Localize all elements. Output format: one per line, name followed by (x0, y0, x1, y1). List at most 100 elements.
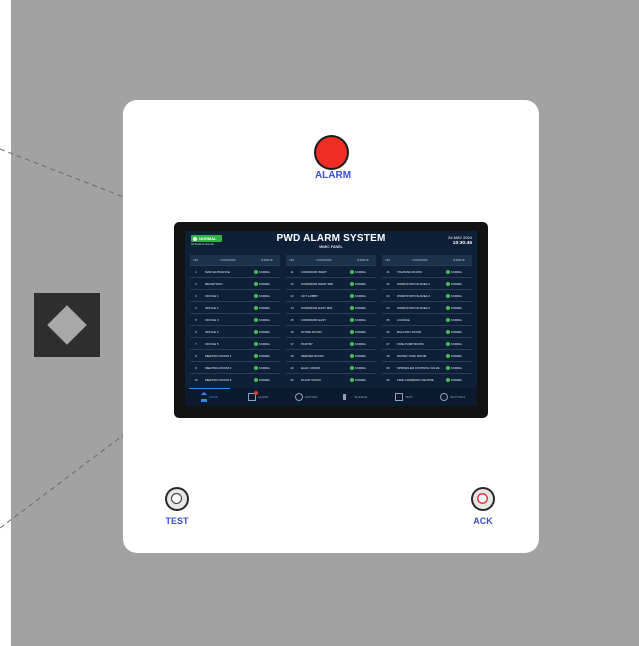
zone-row[interactable]: 21 TRAINING ROOM NORMAL (382, 265, 472, 278)
zone-row[interactable]: 26 BALCONY DOOR NORMAL (382, 325, 472, 338)
nav-history[interactable]: HISTORY (282, 388, 331, 406)
zone-status-text: NORMAL (355, 378, 367, 382)
zone-number: 19 (286, 361, 298, 374)
zone-row[interactable]: 29 SPRINKLER CONTROL VALVE NORMAL (382, 361, 472, 374)
zone-row[interactable]: 11 CORRIDOR WEST NORMAL (286, 265, 376, 278)
zone-status: NORMAL (446, 277, 472, 290)
col-no: NO. (190, 255, 202, 266)
zone-row[interactable]: 8 MEETING ROOM 1 NORMAL (190, 349, 280, 362)
zone-row[interactable]: 23 WORKSTATION AREA 2 NORMAL (382, 289, 472, 302)
speaker-icon (343, 394, 352, 400)
zone-location: SERVER ROOM (298, 349, 350, 362)
zone-status: NORMAL (446, 301, 472, 314)
zone-location: CORRIDOR WEST MID (298, 277, 350, 290)
ack-button[interactable] (473, 489, 493, 509)
status-badge: NORMAL (191, 235, 222, 242)
zone-row[interactable]: 13 LIFT LOBBY NORMAL (286, 289, 376, 302)
zone-status: NORMAL (254, 313, 280, 326)
status-dot-icon (254, 317, 258, 322)
zone-number: 6 (190, 325, 202, 338)
zone-location: SPRINKLER CONTROL VALVE (394, 361, 446, 374)
zone-number: 2 (190, 277, 202, 290)
zone-number: 12 (286, 277, 298, 290)
bottom-nav: HOME ALARM HISTORY SILENCE TEST SETTINGS (185, 388, 477, 406)
zone-status-text: NORMAL (259, 330, 271, 334)
nav-settings[interactable]: SETTINGS (428, 388, 477, 406)
zone-row[interactable]: 9 MEETING ROOM 2 NORMAL (190, 361, 280, 374)
zone-status-text: NORMAL (259, 366, 271, 370)
zone-location: OFFICE 4 (202, 325, 254, 338)
zone-status: NORMAL (254, 277, 280, 290)
status-dot-icon (254, 281, 258, 286)
zone-number: 27 (382, 337, 394, 350)
nav-label: SETTINGS (450, 395, 466, 399)
zone-status-text: NORMAL (451, 270, 463, 274)
status-dot-icon (350, 341, 354, 346)
zone-status-text: NORMAL (451, 306, 463, 310)
zone-row[interactable]: 19 ELEC. ROOM NORMAL (286, 361, 376, 374)
zone-row[interactable]: 5 OFFICE 3 NORMAL (190, 313, 280, 326)
zone-row[interactable]: 24 WORKSTATION AREA 3 NORMAL (382, 301, 472, 314)
zone-number: 3 (190, 289, 202, 302)
zone-status: NORMAL (254, 337, 280, 350)
zone-row[interactable]: 7 OFFICE 5 NORMAL (190, 337, 280, 350)
nav-alarm[interactable]: ALARM (234, 388, 283, 406)
zone-location: FIRE COMMAND CENTRE (394, 373, 446, 385)
zone-row[interactable]: 30 FIRE COMMAND CENTRE NORMAL (382, 373, 472, 385)
navigation-pad[interactable] (34, 293, 100, 357)
zone-status: NORMAL (254, 325, 280, 338)
zone-table: NO. LOCATION STATUS 11 CORRIDOR WEST NORMAL 1… (286, 255, 376, 385)
zone-row[interactable]: 4 OFFICE 2 NORMAL (190, 301, 280, 314)
zone-row[interactable]: 1 MAIN ENTRANCE NORMAL (190, 265, 280, 278)
zone-number: 13 (286, 289, 298, 302)
zone-status: NORMAL (446, 361, 472, 374)
zone-row[interactable]: 20 PLANT ROOM NORMAL (286, 373, 376, 385)
nav-home[interactable]: HOME (185, 388, 234, 406)
status-badge-text: NORMAL (199, 236, 217, 241)
zone-status-text: NORMAL (259, 270, 271, 274)
zone-status-text: NORMAL (451, 354, 463, 358)
zone-row[interactable]: 17 PANTRY NORMAL (286, 337, 376, 350)
status-dot-icon (350, 317, 354, 322)
alarm-label: ALARM (314, 170, 352, 181)
zone-status: NORMAL (350, 325, 376, 338)
zone-row[interactable]: 18 SERVER ROOM NORMAL (286, 349, 376, 362)
nav-label: TEST (405, 395, 413, 399)
zone-row[interactable]: 3 OFFICE 1 NORMAL (190, 289, 280, 302)
zone-row[interactable]: 14 CORRIDOR EAST MID NORMAL (286, 301, 376, 314)
status-dot-icon (446, 341, 450, 346)
system-subtitle: MIMIC PANEL (319, 245, 343, 249)
col-no: NO. (286, 255, 298, 266)
status-dot-icon (446, 365, 450, 370)
zone-number: 8 (190, 349, 202, 362)
zone-status-text: NORMAL (259, 342, 271, 346)
zone-row[interactable]: 27 FIRE PUMP ROOM NORMAL (382, 337, 472, 350)
zone-row[interactable]: 10 MEETING ROOM 3 NORMAL (190, 373, 280, 385)
home-icon (200, 391, 207, 402)
zone-location: MAIN ENTRANCE (202, 265, 254, 278)
zone-row[interactable]: 16 STORE ROOM NORMAL (286, 325, 376, 338)
zone-number: 28 (382, 349, 394, 362)
zone-row[interactable]: 15 CORRIDOR EAST NORMAL (286, 313, 376, 326)
test-button[interactable] (167, 489, 187, 509)
zone-status-text: NORMAL (355, 282, 367, 286)
nav-silence[interactable]: SILENCE (331, 388, 380, 406)
zone-location: OFFICE 3 (202, 313, 254, 326)
zone-status-text: NORMAL (451, 342, 463, 346)
zone-row[interactable]: 6 OFFICE 4 NORMAL (190, 325, 280, 338)
status-dot-icon (446, 293, 450, 298)
nav-test[interactable]: TEST (380, 388, 429, 406)
zone-row[interactable]: 12 CORRIDOR WEST MID NORMAL (286, 277, 376, 290)
zone-number: 24 (382, 301, 394, 314)
zone-row[interactable]: 22 WORKSTATION AREA 1 NORMAL (382, 277, 472, 290)
zone-status: NORMAL (446, 289, 472, 302)
zone-row[interactable]: 2 RECEPTION NORMAL (190, 277, 280, 290)
display: NORMAL All Systems Normal PWD ALARM SYST… (185, 231, 477, 406)
zone-location: CORRIDOR EAST (298, 313, 350, 326)
ack-button-ring (477, 493, 488, 504)
zone-status-text: NORMAL (355, 330, 367, 334)
zone-number: 11 (286, 265, 298, 278)
zone-row[interactable]: 28 WATER TANK ROOM NORMAL (382, 349, 472, 362)
zone-status-text: NORMAL (355, 318, 367, 322)
zone-row[interactable]: 25 LOUNGE NORMAL (382, 313, 472, 326)
